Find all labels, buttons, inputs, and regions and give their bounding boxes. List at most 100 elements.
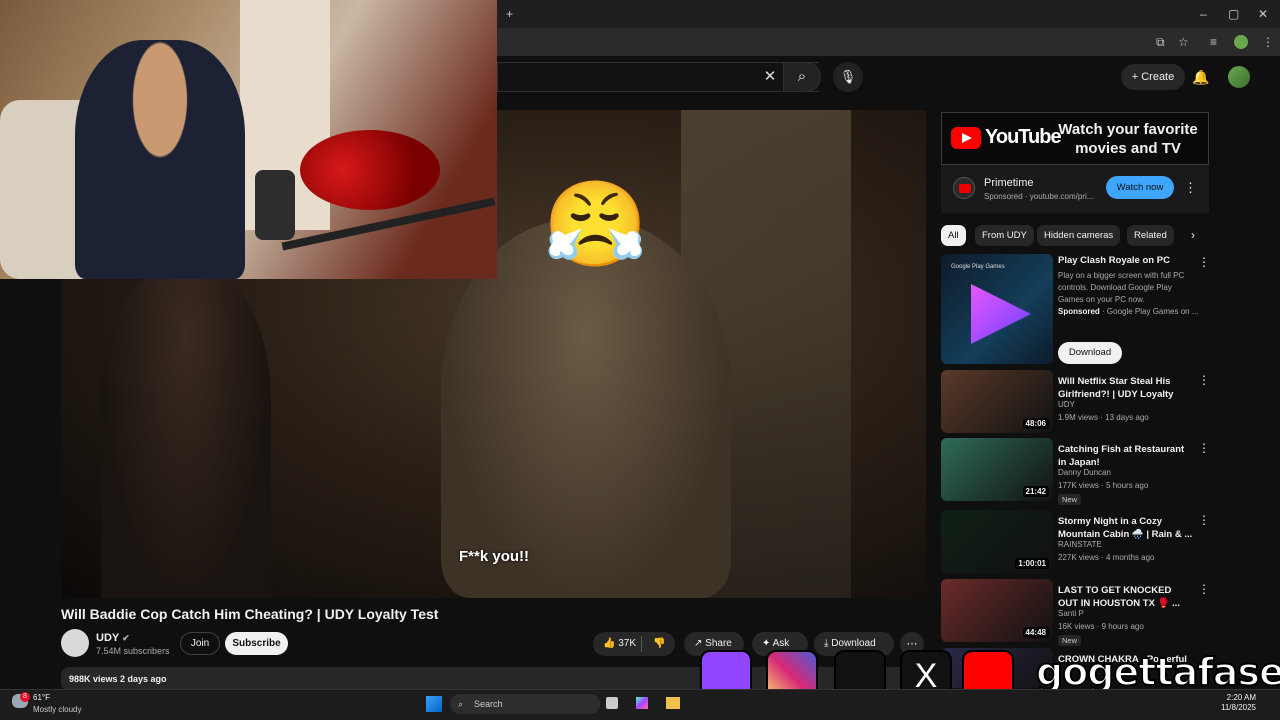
- taskbar-clock[interactable]: 2:20 AM 11/8/2025: [1208, 693, 1256, 713]
- google-play-games-logo: Google Play Games: [951, 264, 1005, 270]
- plus-icon: +: [1131, 71, 1142, 83]
- thumbs-down-icon[interactable]: 👎: [653, 632, 665, 656]
- join-button[interactable]: Join: [180, 632, 220, 655]
- rec-new-badge: New: [1058, 494, 1082, 505]
- copilot-icon[interactable]: [636, 697, 648, 709]
- rec-duration: 21:42: [1022, 486, 1049, 497]
- chevron-right-icon[interactable]: ›: [1182, 225, 1204, 246]
- face-emoji-overlay: 😤: [543, 177, 648, 271]
- rec-thumbnail[interactable]: 44:48: [941, 579, 1053, 642]
- webcam-microphone: [255, 170, 295, 240]
- ad-more-icon[interactable]: ⋮: [1184, 178, 1197, 198]
- subscriber-count: 7.54M subscribers: [96, 646, 170, 656]
- rec-thumbnail[interactable]: 21:42: [941, 438, 1053, 501]
- account-avatar[interactable]: [1228, 66, 1250, 88]
- chip-hidden-cameras[interactable]: Hidden cameras: [1037, 225, 1121, 246]
- rec-more-icon[interactable]: ⋮: [1198, 440, 1210, 456]
- webcam-roses: [300, 130, 440, 210]
- webcam-streamer: [75, 40, 245, 279]
- rec-meta: 1.9M views · 13 days ago: [1058, 413, 1149, 422]
- rec-more-icon[interactable]: ⋮: [1198, 372, 1210, 388]
- advertiser-icon: [953, 177, 975, 199]
- close-icon[interactable]: ✕: [1258, 0, 1268, 28]
- streamer-handle: gogettafase: [1035, 649, 1280, 695]
- like-divider: [641, 636, 642, 652]
- clock-time: 2:20 AM: [1226, 693, 1256, 702]
- search-icon: ⌕: [797, 68, 807, 85]
- rec-meta: 227K views · 4 months ago: [1058, 553, 1155, 562]
- sponsored-meta: Sponsored · Google Play Games on ...: [1058, 307, 1198, 316]
- rec-meta: 177K views · 5 hours ago: [1058, 481, 1149, 490]
- clear-search-icon[interactable]: ✕: [760, 66, 780, 88]
- create-button[interactable]: + Create: [1121, 64, 1185, 90]
- clock-date: 11/8/2025: [1221, 703, 1256, 712]
- notification-badge: 8: [20, 692, 30, 702]
- rec-channel[interactable]: UDY: [1058, 400, 1075, 409]
- sponsored-title[interactable]: Play Clash Royale on PC: [1058, 254, 1193, 267]
- taskbar-search-placeholder: Search: [474, 699, 503, 709]
- menu-icon[interactable]: ⋮: [1262, 28, 1274, 56]
- create-label: Create: [1141, 71, 1175, 83]
- watch-now-button[interactable]: Watch now: [1106, 176, 1174, 199]
- rec-title[interactable]: LAST TO GET KNOCKED OUT IN HOUSTON TX 🥊 …: [1058, 584, 1193, 610]
- rec-channel[interactable]: RAINSTATE: [1058, 540, 1102, 549]
- sponsored-more-icon[interactable]: ⋮: [1198, 254, 1210, 270]
- install-icon[interactable]: ⧉: [1156, 28, 1165, 56]
- rec-thumbnail[interactable]: 48:06: [941, 370, 1053, 433]
- play-triangle-graphic: [971, 284, 1031, 344]
- youtube-logo-icon: [951, 127, 981, 149]
- like-button[interactable]: 👍 37K 👎: [593, 632, 675, 656]
- search-button[interactable]: ⌕: [783, 62, 821, 92]
- sponsored-thumbnail[interactable]: Google Play Games: [941, 254, 1053, 364]
- rec-duration: 48:06: [1022, 418, 1049, 429]
- channel-name[interactable]: UDY ✔: [96, 632, 130, 644]
- new-tab-button[interactable]: +: [506, 0, 513, 28]
- rec-new-badge: New: [1058, 635, 1082, 646]
- media-icon[interactable]: ≡: [1210, 28, 1217, 56]
- search-icon: ⌕: [458, 699, 464, 709]
- rec-duration: 1:00:01: [1015, 558, 1049, 569]
- sponsored-download-button[interactable]: Download: [1058, 342, 1122, 364]
- verified-icon: ✔: [122, 633, 130, 643]
- sponsored-by: · Google Play Games on ...: [1099, 307, 1198, 316]
- rec-more-icon[interactable]: ⋮: [1198, 512, 1210, 528]
- channel-name-text: UDY: [96, 632, 120, 644]
- rec-channel[interactable]: Santi P: [1058, 609, 1084, 618]
- video-caption: F**k you!!: [459, 548, 530, 565]
- subscribe-button[interactable]: Subscribe: [225, 632, 288, 655]
- windows-start-icon[interactable]: [426, 696, 442, 712]
- ad-meta: Sponsored · youtube.com/pri...: [984, 192, 1094, 201]
- advertiser-name: Primetime: [984, 177, 1034, 189]
- profile-icon[interactable]: [1234, 35, 1248, 49]
- maximize-icon[interactable]: ▢: [1228, 0, 1239, 28]
- video-title: Will Baddie Cop Catch Him Cheating? | UD…: [61, 606, 439, 622]
- ad-brand: YouTube: [985, 126, 1062, 148]
- rec-title[interactable]: Stormy Night in a Cozy Mountain Cabin 🌧️…: [1058, 515, 1193, 541]
- weather-description: Mostly cloudy: [33, 705, 82, 714]
- bell-icon: 🔔: [1192, 69, 1210, 85]
- rec-thumbnail[interactable]: 1:00:01: [941, 510, 1053, 573]
- rec-title[interactable]: Catching Fish at Restaurant in Japan!: [1058, 443, 1193, 469]
- rec-title[interactable]: Will Netflix Star Steal His Girlfriend?!…: [1058, 375, 1193, 401]
- chip-from-udy[interactable]: From UDY: [975, 225, 1034, 246]
- thumbs-up-icon: 👍: [603, 638, 619, 649]
- sponsored-label: Sponsored: [1058, 307, 1100, 316]
- task-view-icon[interactable]: [606, 697, 618, 709]
- taskbar-search[interactable]: ⌕ Search: [450, 694, 600, 714]
- minimize-icon[interactable]: –: [1200, 0, 1207, 28]
- sponsored-description: Play on a bigger screen with full PC con…: [1058, 271, 1185, 304]
- notifications-button[interactable]: 🔔: [1190, 66, 1212, 88]
- channel-avatar[interactable]: [61, 629, 89, 657]
- chip-related[interactable]: Related: [1127, 225, 1174, 246]
- video-scene-woman: [101, 270, 271, 598]
- rec-more-icon[interactable]: ⋮: [1198, 581, 1210, 597]
- star-icon[interactable]: ☆: [1178, 28, 1189, 56]
- mic-icon: 🎙: [839, 69, 857, 84]
- chip-all[interactable]: All: [941, 225, 966, 246]
- rec-meta: 16K views · 9 hours ago: [1058, 622, 1144, 631]
- file-explorer-icon[interactable]: [666, 697, 680, 709]
- weather-temp[interactable]: 61°F: [33, 693, 50, 702]
- voice-search-button[interactable]: 🎙: [833, 62, 863, 92]
- streamer-webcam: [0, 0, 497, 279]
- rec-channel[interactable]: Danny Duncan: [1058, 468, 1111, 477]
